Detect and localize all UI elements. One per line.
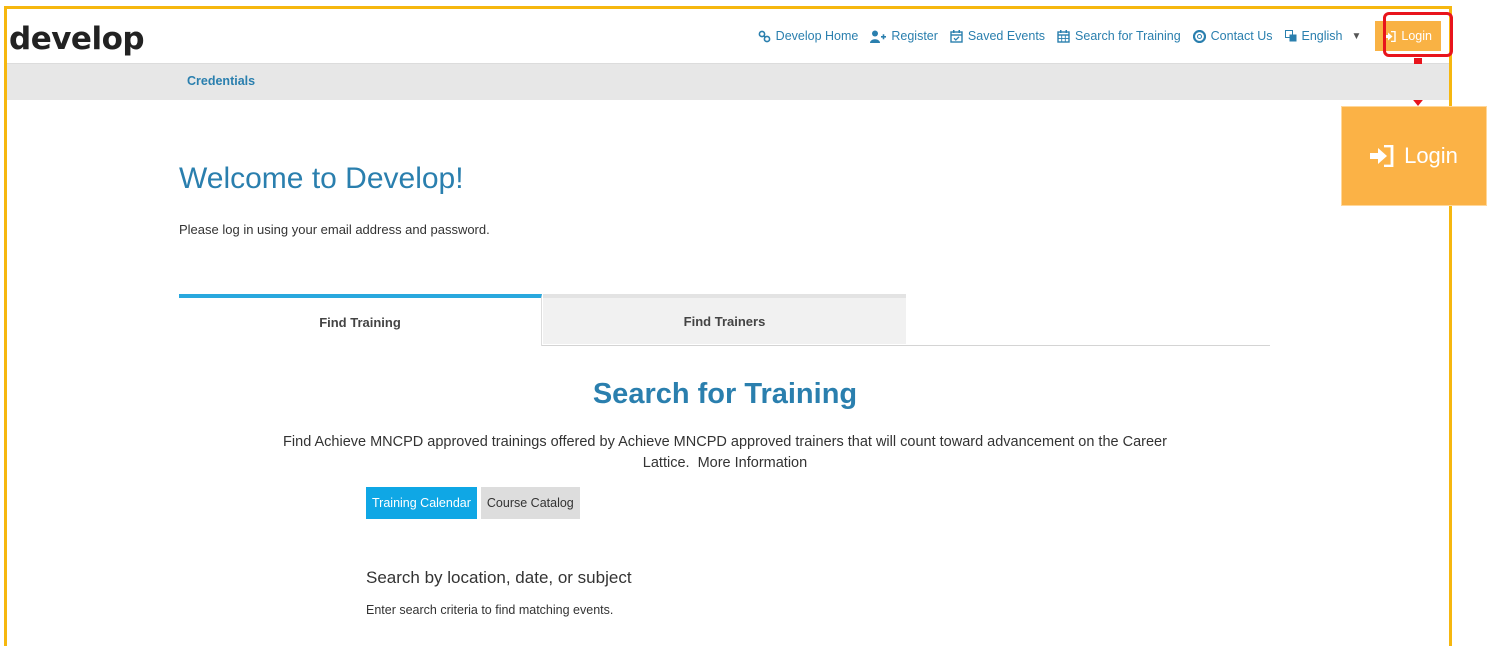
search-tabs: Find Training Find Trainers (179, 294, 1270, 346)
link-icon (758, 30, 771, 42)
nav-saved-events[interactable]: Saved Events (944, 29, 1051, 43)
translate-icon (1284, 30, 1296, 42)
language-dropdown[interactable]: English ▼ (1279, 29, 1368, 43)
calendar-icon (1057, 29, 1070, 43)
nav-label: Saved Events (967, 29, 1046, 43)
page-title: Welcome to Develop! (179, 162, 464, 195)
intro-text: Please log in using your email address a… (179, 222, 490, 237)
login-zoom-callout[interactable]: Login (1341, 106, 1487, 206)
search-section-heading: Search by location, date, or subject (366, 568, 632, 587)
search-section-subtext: Enter search criteria to find matching e… (366, 603, 614, 617)
credentials-link[interactable]: Credentials (187, 74, 255, 88)
nav-search-for-training[interactable]: Search for Training (1051, 29, 1187, 43)
training-calendar-button[interactable]: Training Calendar (366, 487, 477, 519)
nav-develop-home[interactable]: Develop Home (752, 29, 865, 43)
login-button[interactable]: Login (1375, 21, 1441, 51)
top-navbar: develop Develop Home Register Saved Even… (7, 9, 1449, 64)
nav-register[interactable]: Register (864, 29, 944, 43)
nav-contact-us[interactable]: Contact Us (1187, 29, 1279, 43)
chevron-down-icon: ▼ (1351, 30, 1362, 42)
search-title: Search for Training (592, 378, 858, 410)
tab-find-trainers[interactable]: Find Trainers (543, 294, 906, 344)
add-user-icon (870, 30, 887, 43)
sign-in-icon (1384, 30, 1397, 42)
nav-links: Develop Home Register Saved Events Searc… (752, 9, 1441, 63)
tab-find-training[interactable]: Find Training (179, 294, 542, 346)
develop-logo[interactable]: develop (9, 21, 145, 57)
nav-label: Contact Us (1210, 29, 1273, 43)
login-label: Login (1401, 29, 1432, 43)
nav-label: Register (891, 29, 938, 43)
login-callout-label: Login (1404, 143, 1458, 168)
course-catalog-button[interactable]: Course Catalog (480, 487, 580, 519)
sign-in-icon (1370, 145, 1394, 167)
life-ring-icon (1192, 29, 1206, 43)
more-information-link[interactable]: More Information (698, 455, 808, 471)
subnav-bar: Credentials (7, 64, 1449, 100)
nav-label: Search for Training (1075, 29, 1181, 43)
language-label: English (1301, 29, 1343, 43)
search-description: Find Achieve MNCPD approved trainings of… (260, 432, 1190, 474)
view-buttons: Training Calendar Course Catalog (366, 487, 580, 519)
nav-label: Develop Home (775, 29, 859, 43)
calendar-check-icon (950, 29, 963, 43)
